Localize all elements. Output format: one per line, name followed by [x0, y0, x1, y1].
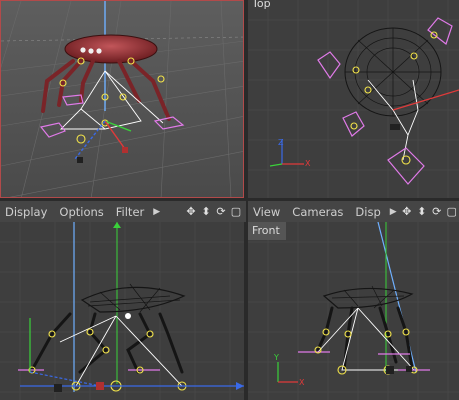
scale-icon[interactable]: ⬍ [200, 205, 212, 218]
menu-display-short[interactable]: Disp [350, 205, 387, 219]
top-scene: Z X [248, 0, 459, 198]
svg-text:X: X [299, 378, 305, 387]
front-viewport[interactable]: Y X Front [248, 222, 459, 400]
right-viewport[interactable] [0, 222, 244, 400]
menu-view[interactable]: View [248, 205, 287, 219]
move-icon[interactable]: ✥ [185, 205, 197, 218]
svg-text:Z: Z [278, 138, 284, 147]
svg-text:Y: Y [273, 353, 279, 362]
move-icon[interactable]: ✥ [401, 205, 413, 218]
menu-cameras[interactable]: Cameras [287, 205, 350, 219]
rotate-icon[interactable]: ⟳ [215, 205, 227, 218]
rotate-icon[interactable]: ⟳ [431, 205, 443, 218]
play-icon[interactable]: ▶ [153, 207, 160, 217]
perspective-viewport[interactable] [0, 0, 244, 198]
right-scene [0, 222, 244, 400]
menu-display[interactable]: Display [0, 205, 54, 219]
play-icon[interactable]: ▶ [390, 207, 397, 217]
front-scene: Y X [248, 222, 459, 400]
viewport-nav-icons: ✥ ⬍ ⟳ ▢ [401, 205, 459, 218]
svg-text:X: X [305, 159, 311, 168]
scale-icon[interactable]: ⬍ [416, 205, 428, 218]
viewport-toolbar-right: View Cameras Disp ▶ ✥ ⬍ ⟳ ▢ [248, 200, 459, 222]
viewport-nav-icons: ✥ ⬍ ⟳ ▢ [185, 205, 246, 218]
viewport-toolbar-left: Display Options Filter ▶ ✥ ⬍ ⟳ ▢ [0, 200, 246, 222]
top-viewport-label: Top [252, 0, 271, 10]
perspective-scene [1, 1, 243, 197]
menu-options[interactable]: Options [54, 205, 110, 219]
maximize-icon[interactable]: ▢ [446, 205, 458, 218]
cinema4d-viewport-layout: Z X Top Display Options Filter ▶ ✥ ⬍ ⟳ ▢… [0, 0, 459, 400]
front-viewport-label: Front [248, 222, 286, 240]
top-viewport[interactable]: Z X Top [248, 0, 459, 198]
menu-filter[interactable]: Filter [111, 205, 151, 219]
maximize-icon[interactable]: ▢ [230, 205, 242, 218]
